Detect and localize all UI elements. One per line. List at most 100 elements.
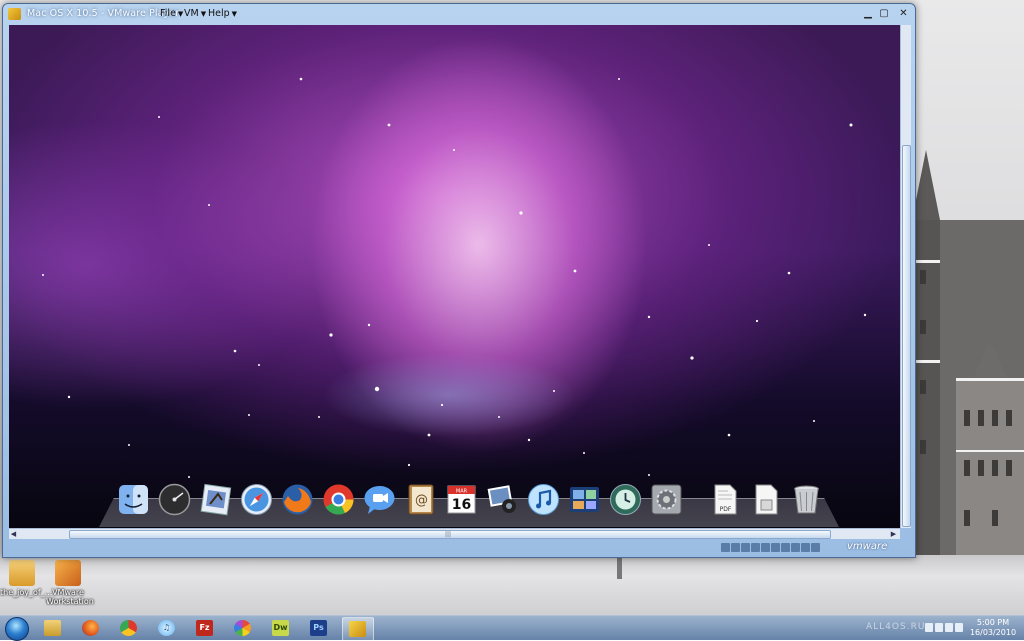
iphoto-icon xyxy=(487,485,516,513)
taskbar-photoshop[interactable]: Ps xyxy=(304,617,334,639)
menu-label: Help xyxy=(208,8,230,19)
menu-label: VM xyxy=(184,8,199,19)
usb-icon[interactable] xyxy=(761,543,770,552)
taskbar-picasa[interactable] xyxy=(228,617,258,639)
menu-help[interactable]: Help ▼ xyxy=(208,8,237,19)
taskbar-filezilla[interactable]: Fz xyxy=(190,617,220,639)
taskbar-dreamweaver[interactable]: Dw xyxy=(266,617,296,639)
menu-label: File xyxy=(160,8,176,19)
dock-system-preferences[interactable] xyxy=(649,482,684,517)
dock-dashboard[interactable] xyxy=(157,482,192,517)
desktop-icon-label: VMware Workstation xyxy=(46,588,94,606)
dock-spaces[interactable] xyxy=(567,482,602,517)
firefox-icon xyxy=(82,620,99,636)
minimize-button[interactable]: ▁ xyxy=(861,8,875,20)
taskbar-explorer[interactable] xyxy=(38,617,68,639)
cd-rom-icon[interactable] xyxy=(731,543,740,552)
ical-icon: MAR 16 xyxy=(447,485,476,514)
filezilla-icon: Fz xyxy=(196,620,213,636)
volume-icon[interactable] xyxy=(955,623,963,632)
taskbar-chrome[interactable] xyxy=(114,617,144,639)
vmware-logo: vmware xyxy=(847,541,888,552)
close-button[interactable]: ✕ xyxy=(895,8,912,20)
dashboard-icon xyxy=(158,483,191,516)
address-book-icon: @ xyxy=(408,484,434,515)
window-titlebar[interactable]: Mac OS X 10.5 - VMware Player File ▼ VM ▼ … xyxy=(3,4,915,24)
finder-icon xyxy=(119,485,148,514)
caret-down-icon: ▼ xyxy=(177,10,184,18)
taskbar-vmware-player[interactable] xyxy=(342,617,374,641)
network-icon[interactable] xyxy=(945,623,953,632)
taskbar-firefox[interactable] xyxy=(76,617,106,639)
svg-text:PDF: PDF xyxy=(720,506,732,513)
hard-disk-icon[interactable] xyxy=(721,543,730,552)
dock-ical[interactable]: MAR 16 xyxy=(444,482,479,517)
vmware-player-icon xyxy=(349,621,366,637)
scroll-left-arrow-icon[interactable]: ◀ xyxy=(9,529,18,539)
dock-mail[interactable] xyxy=(198,482,233,517)
document-icon xyxy=(755,484,778,515)
taskbar: ♫ Fz Dw Ps ALL4OS.RU 5:00 PM 16/03/2010 xyxy=(0,615,1024,641)
dock-document[interactable] xyxy=(748,482,783,517)
network-adapter-icon[interactable] xyxy=(751,543,760,552)
trash-icon xyxy=(794,485,819,514)
message-icon[interactable] xyxy=(801,543,810,552)
dock-iphoto[interactable] xyxy=(485,482,520,517)
system-preferences-icon xyxy=(651,484,682,515)
time-machine-icon xyxy=(610,484,641,515)
safari-icon xyxy=(241,484,272,515)
pdf-document-icon: PDF xyxy=(714,484,737,515)
picasa-icon xyxy=(234,620,251,636)
scroll-right-arrow-icon[interactable]: ▶ xyxy=(889,529,898,539)
sound-icon[interactable] xyxy=(771,543,780,552)
floppy-icon[interactable] xyxy=(741,543,750,552)
horizontal-scrollbar-thumb[interactable]: ||| xyxy=(69,530,831,539)
vertical-scrollbar-thumb[interactable] xyxy=(902,145,911,527)
dock-safari[interactable] xyxy=(239,482,274,517)
flag-icon[interactable] xyxy=(935,623,943,632)
firefox-icon xyxy=(282,484,313,515)
watermark: ALL4OS.RU xyxy=(866,622,926,632)
taskbar-itunes[interactable]: ♫ xyxy=(152,617,182,639)
dock-address-book[interactable]: @ xyxy=(403,482,438,517)
city-building-wallpaper xyxy=(912,150,1024,560)
show-hidden-icons-icon[interactable] xyxy=(925,623,933,632)
svg-text:16: 16 xyxy=(452,497,471,513)
street-post xyxy=(617,555,622,579)
caret-down-icon: ▼ xyxy=(231,10,238,18)
clock[interactable]: 5:00 PM 16/03/2010 xyxy=(968,618,1018,638)
folder-icon xyxy=(9,560,35,586)
snowy-ground xyxy=(0,555,1024,615)
dreamweaver-icon: Dw xyxy=(272,620,289,636)
chrome-icon xyxy=(323,484,354,515)
start-button[interactable] xyxy=(5,617,29,641)
vm-status-bar: vmware xyxy=(9,539,910,555)
svg-text:@: @ xyxy=(415,493,428,508)
dock-itunes[interactable] xyxy=(526,482,561,517)
printer-icon[interactable] xyxy=(781,543,790,552)
vmware-player-icon xyxy=(8,8,21,20)
dock-time-machine[interactable] xyxy=(608,482,643,517)
dock-trash[interactable] xyxy=(789,482,824,517)
mail-icon xyxy=(200,483,232,516)
guest-os-screen[interactable]: @ MAR 16 PDF xyxy=(9,25,900,528)
bluetooth-icon[interactable] xyxy=(791,543,800,552)
svg-text:MAR: MAR xyxy=(456,489,468,495)
horizontal-scrollbar[interactable]: ◀ ||| ▶ xyxy=(9,528,900,539)
menu-vm[interactable]: VM ▼ xyxy=(184,8,206,19)
menu-file[interactable]: File ▼ xyxy=(160,8,183,19)
desktop-icon-folder[interactable]: the_joy_of_... xyxy=(0,560,53,597)
desktop-icon-label: the_joy_of_... xyxy=(0,588,53,597)
dock-chrome[interactable] xyxy=(321,482,356,517)
dock-pdf-document[interactable]: PDF xyxy=(707,482,742,517)
dock-ichat[interactable] xyxy=(362,482,397,517)
maximize-button[interactable]: ▢ xyxy=(877,8,891,20)
vmware-player-window: Mac OS X 10.5 - VMware Player File ▼ VM ▼ … xyxy=(2,3,916,558)
grip-icon: ||| xyxy=(445,531,452,538)
fullscreen-icon[interactable] xyxy=(811,543,820,552)
desktop-icon-vmware-workstation[interactable]: VMware Workstation xyxy=(46,560,94,606)
vertical-scrollbar[interactable] xyxy=(900,25,911,528)
dock-finder[interactable] xyxy=(116,482,151,517)
dock-firefox[interactable] xyxy=(280,482,315,517)
itunes-icon: ♫ xyxy=(158,620,175,636)
